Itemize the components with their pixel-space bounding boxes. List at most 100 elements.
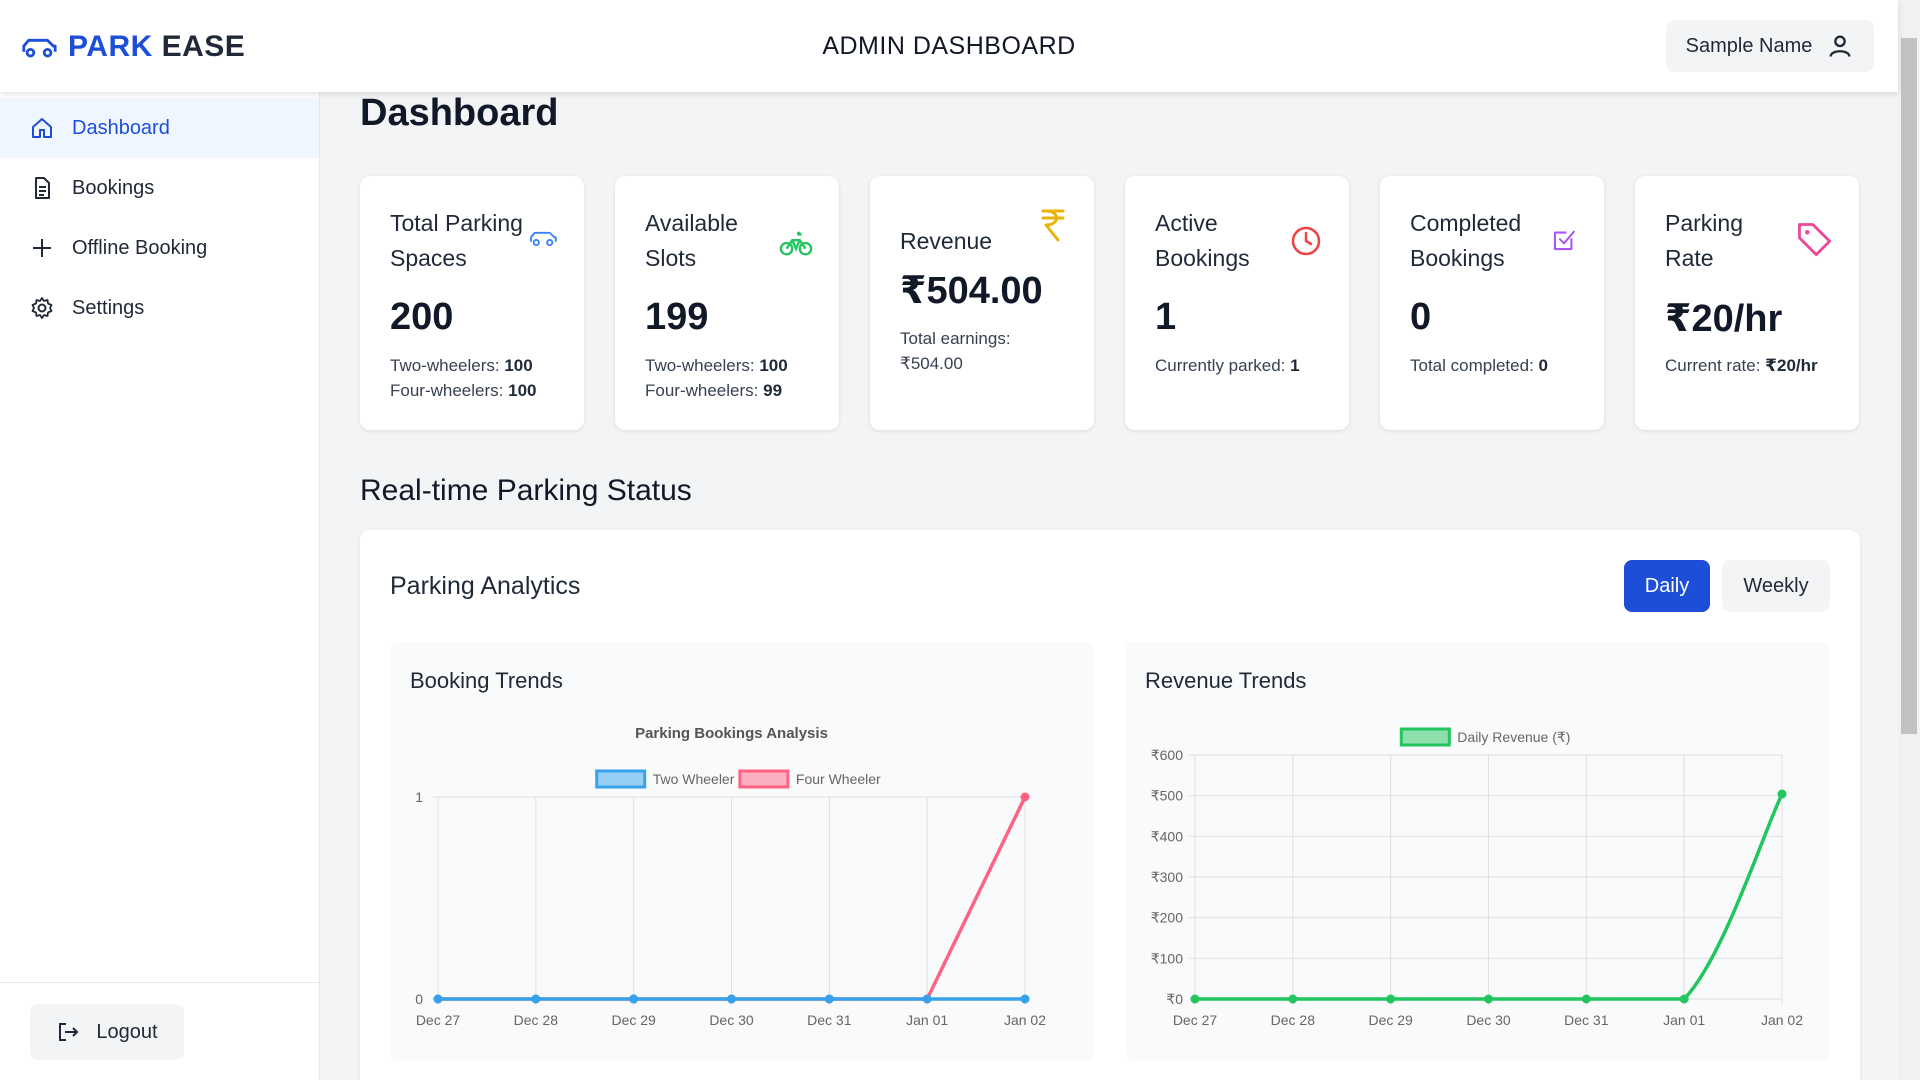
x-tick-label: Jan 01 (906, 1012, 948, 1028)
sidebar-item-label: Offline Booking (72, 236, 208, 259)
sub-value: 100 (508, 381, 537, 400)
card-sub: Currently parked: 1 (1155, 353, 1300, 378)
rupee-icon (1038, 206, 1068, 249)
sidebar-item-bookings[interactable]: Bookings (0, 158, 319, 218)
sidebar-divider (0, 982, 320, 983)
x-tick-label: Jan 01 (1663, 1012, 1705, 1028)
document-icon (35, 177, 50, 199)
data-point (922, 994, 932, 1004)
x-tick-label: Jan 02 (1004, 1012, 1046, 1028)
sub-value: ₹20/hr (1765, 356, 1818, 375)
y-tick-label: ₹100 (1151, 950, 1183, 966)
card-sub: Total earnings: ₹504.00 (900, 326, 1050, 376)
data-point (629, 994, 639, 1004)
sidebar-item-dashboard[interactable]: Dashboard (0, 98, 319, 158)
check-square-icon (1550, 226, 1578, 259)
page-scrollbar[interactable] (1898, 0, 1920, 1080)
x-tick-label: Dec 31 (807, 1012, 852, 1028)
scrollbar-thumb[interactable] (1901, 38, 1917, 734)
tag-icon (1795, 220, 1833, 263)
data-point (1020, 792, 1030, 802)
x-tick-label: Dec 27 (1173, 1012, 1218, 1028)
x-tick-label: Dec 29 (1368, 1012, 1413, 1028)
booking-trends-svg: Parking Bookings Analysis Two Wheeler Four… (415, 725, 1046, 1028)
sidebar-item-label: Dashboard (72, 116, 170, 139)
data-point (1777, 789, 1787, 799)
sidebar-item-label: Bookings (72, 176, 155, 199)
legend-label: Four Wheeler (796, 771, 881, 787)
x-tick-label: Dec 29 (611, 1012, 656, 1028)
sub-value: 1 (1290, 356, 1300, 375)
y-tick-label: ₹300 (1151, 869, 1183, 885)
legend-swatch (595, 769, 647, 789)
data-point (727, 994, 736, 1004)
revenue-trends-svg: Daily Revenue (₹) ₹0 ₹100 ₹200 ₹300 ₹400 ₹500 ₹… (1151, 727, 1803, 1028)
sub-label: Four-wheelers: (390, 381, 504, 400)
data-point (1020, 994, 1030, 1004)
legend-label: Daily Revenue (₹) (1457, 729, 1570, 745)
stat-card-available-slots: Available Slots 199 Two-wheelers: 100 Fo… (615, 176, 839, 430)
card-sub: Two-wheelers: 100 Four-wheelers: 100 (390, 353, 536, 403)
sub-value: 0 (1538, 356, 1548, 375)
stat-card-total-spaces: Total Parking Spaces 200 Two-wheelers: 1… (360, 176, 584, 430)
booking-trends-chart: Booking Trends Parking Bookings Analysis… (390, 642, 1094, 1060)
card-label: Completed Bookings (1410, 210, 1522, 271)
sidebar: Dashboard Bookings Offline Booking Setti… (0, 92, 320, 1080)
y-tick-label: ₹0 (1166, 991, 1183, 1007)
data-point (824, 994, 834, 1004)
data-point (1386, 994, 1396, 1004)
data-point (1484, 994, 1493, 1004)
stat-card-revenue: Revenue ₹504.00 Total earnings: ₹504.00 (870, 176, 1094, 430)
y-tick-label: 0 (415, 991, 423, 1007)
sub-value: 99 (763, 381, 783, 400)
home-icon (32, 118, 52, 138)
page-title: Dashboard (360, 92, 559, 134)
sub-label: Currently parked: (1155, 356, 1286, 375)
top-header: PARK EASE ADMIN DASHBOARD Sample Name (0, 0, 1898, 92)
sub-label: Current rate: (1665, 356, 1761, 375)
x-tick-label: Dec 30 (1466, 1012, 1511, 1028)
gear-icon (31, 297, 53, 319)
weekly-toggle-button[interactable]: Weekly (1722, 560, 1830, 612)
card-label: Revenue (900, 228, 993, 254)
card-label: Parking Rate (1665, 210, 1743, 271)
sidebar-item-settings[interactable]: Settings (0, 278, 319, 338)
analytics-panel: Parking Analytics Daily Weekly Booking T… (360, 530, 1860, 1080)
clock-icon (1289, 224, 1323, 263)
stat-card-active-bookings: Active Bookings 1 Currently parked: 1 (1125, 176, 1349, 430)
data-point (531, 994, 541, 1004)
sub-value: ₹504.00 (900, 354, 963, 373)
daily-toggle-button[interactable]: Daily (1624, 560, 1710, 612)
card-value: 200 (390, 296, 454, 338)
x-tick-label: Jan 02 (1761, 1012, 1803, 1028)
data-point (1581, 994, 1591, 1004)
x-tick-label: Dec 28 (1271, 1012, 1316, 1028)
section-title: Real-time Parking Status (360, 474, 692, 507)
y-tick-label: 1 (415, 789, 423, 805)
plus-icon (33, 239, 51, 257)
card-value: 0 (1410, 296, 1432, 338)
logout-label: Logout (96, 1020, 158, 1043)
revenue-trends-chart: Revenue Trends Daily Revenue (₹) ₹0 ₹100 ₹2… (1125, 642, 1829, 1060)
stat-card-completed-bookings: Completed Bookings 0 Total completed: 0 (1380, 176, 1604, 430)
card-sub: Current rate: ₹20/hr (1665, 353, 1818, 378)
card-sub: Two-wheelers: 100 Four-wheelers: 99 (645, 353, 788, 403)
logout-icon (59, 1023, 79, 1041)
sub-label: Two-wheelers: (645, 356, 755, 375)
sidebar-item-offline-booking[interactable]: Offline Booking (0, 218, 319, 278)
stat-card-parking-rate: Parking Rate ₹20/hr Current rate: ₹20/hr (1635, 176, 1859, 430)
bicycle-icon (779, 226, 813, 265)
panel-title: Parking Analytics (390, 572, 581, 600)
y-tick-label: ₹400 (1151, 828, 1183, 844)
card-value: 199 (645, 296, 709, 338)
card-label: Available Slots (645, 210, 738, 271)
legend-label: Two Wheeler (653, 771, 735, 787)
card-value: 1 (1155, 296, 1177, 338)
card-label: Active Bookings (1155, 210, 1250, 271)
data-point (1190, 994, 1200, 1004)
legend-swatch (1399, 727, 1451, 747)
user-menu-button[interactable]: Sample Name (1666, 20, 1874, 72)
logout-button[interactable]: Logout (30, 1004, 184, 1060)
sub-label: Total completed: (1410, 356, 1534, 375)
card-value: ₹504.00 (900, 270, 1043, 312)
